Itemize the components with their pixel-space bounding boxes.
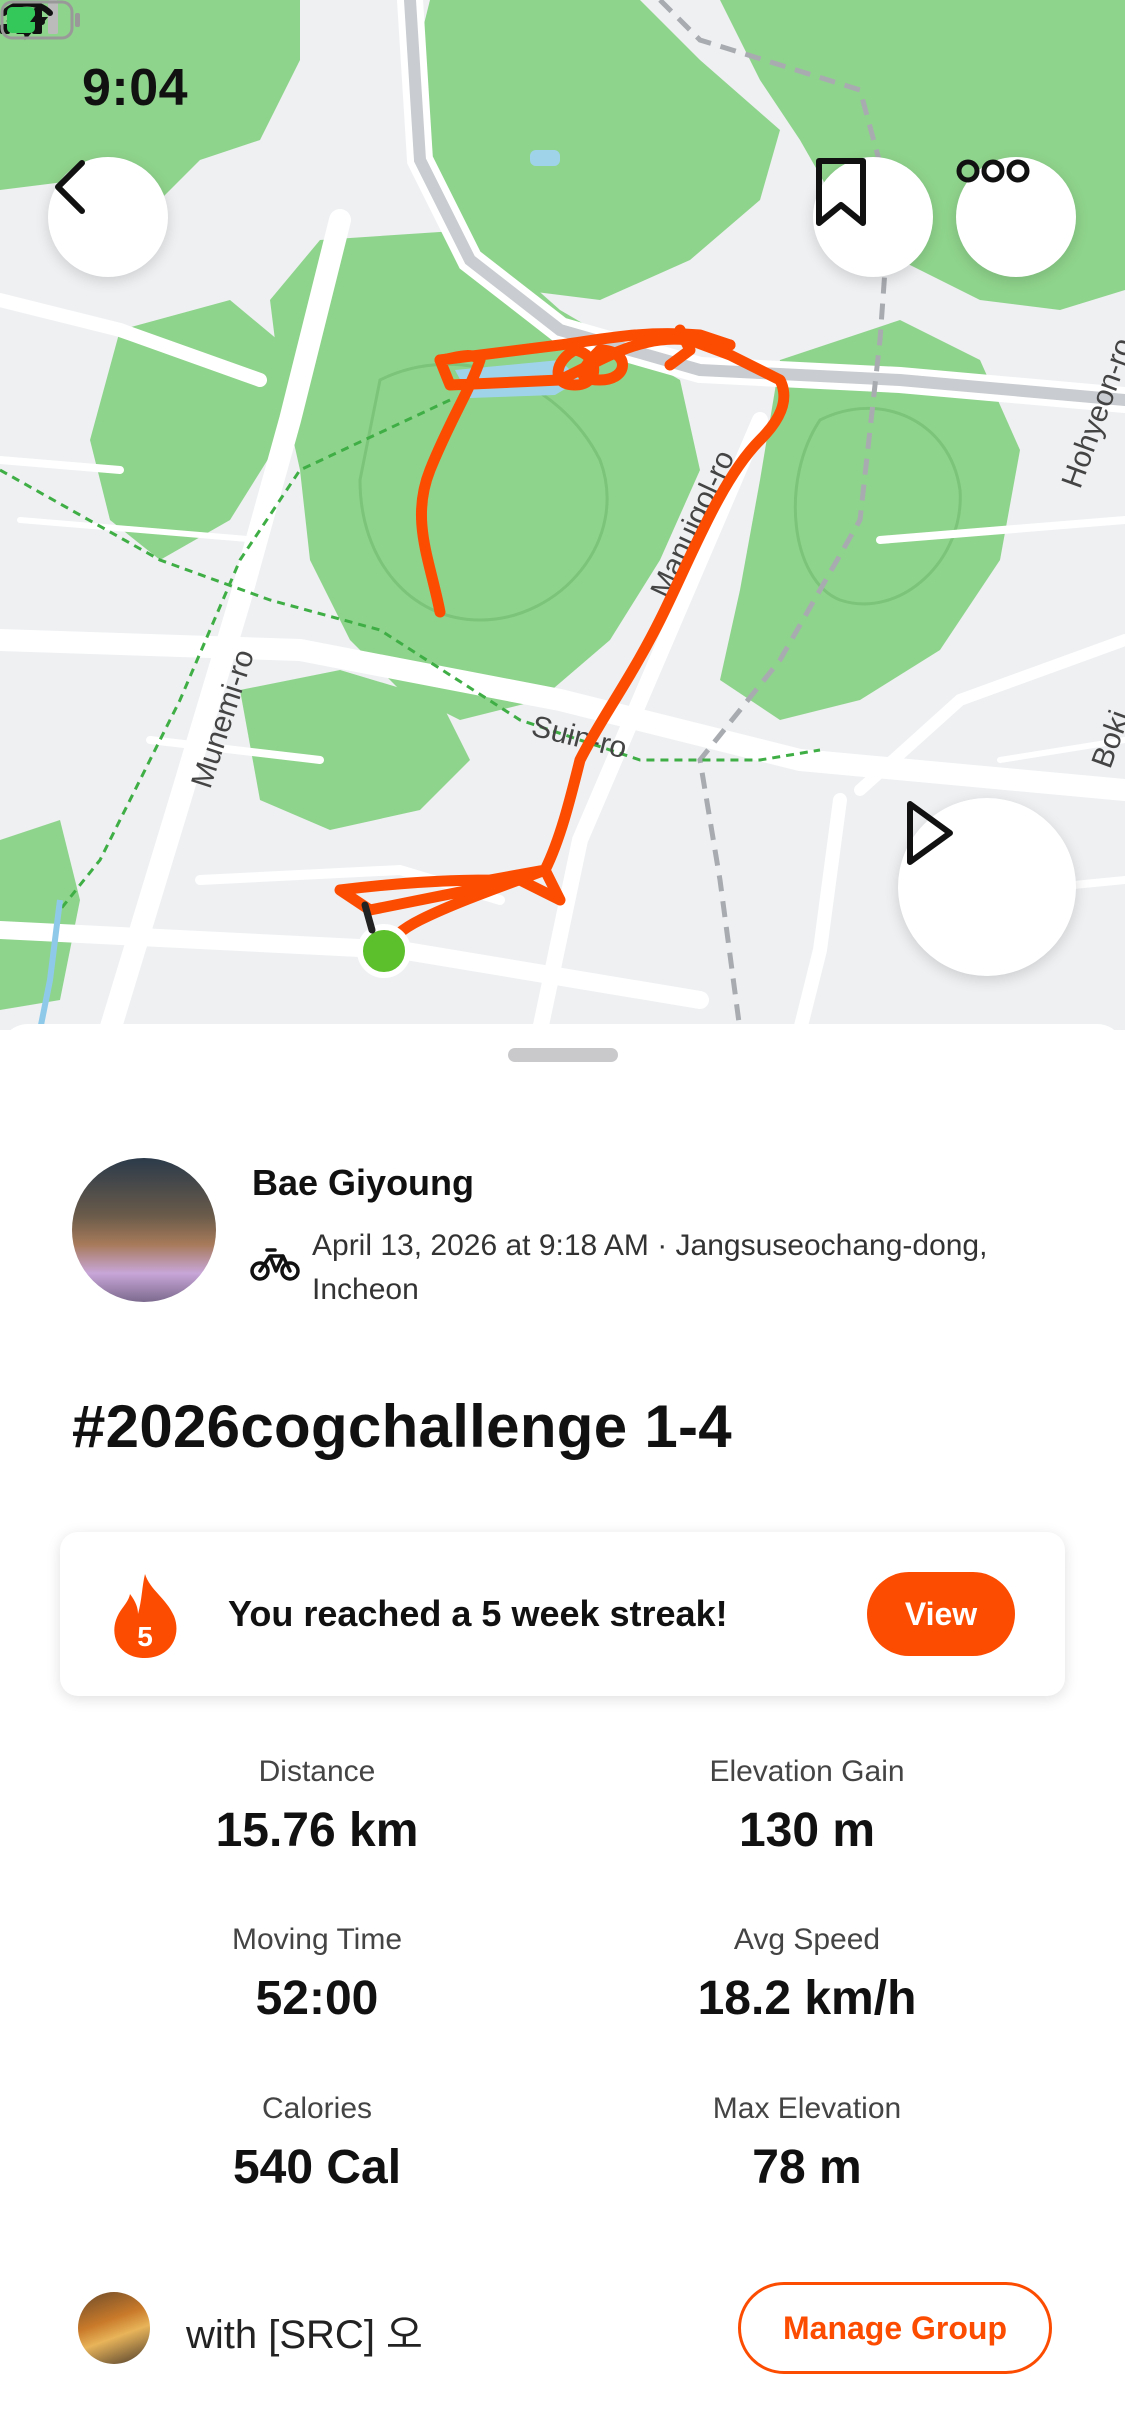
start-marker — [357, 924, 411, 978]
street-label: Hohyeon-ro — [1056, 334, 1125, 493]
manage-group-button[interactable]: Manage Group — [738, 2282, 1052, 2374]
play-icon — [907, 801, 953, 865]
stat-value: 18.2 km/h — [697, 1972, 917, 2025]
status-bar: 9:04 — [0, 0, 1125, 160]
flame-streak-icon: 5 — [114, 1574, 177, 1658]
bookmark-button[interactable] — [813, 157, 933, 277]
stat-avg-speed: Avg Speed 18.2 km/h — [567, 1923, 1047, 2026]
stat-value: 130 m — [738, 1804, 876, 1857]
stat-label: Elevation Gain — [709, 1755, 905, 1788]
stat-value: 15.76 km — [215, 1804, 419, 1857]
stat-distance: Distance 15.76 km — [77, 1755, 557, 1858]
view-streak-button[interactable]: View — [867, 1572, 1015, 1656]
stat-label: Max Elevation — [712, 2092, 902, 2125]
street-label: Boki — [1086, 706, 1125, 772]
more-dots-icon — [956, 159, 1030, 183]
group-with-text[interactable]: with [SRC] 오 — [186, 2302, 423, 2360]
activity-title: #2026cogchallenge 1-4 — [72, 1393, 732, 1460]
group-member-avatar[interactable] — [78, 2292, 150, 2364]
stat-calories: Calories 540 Cal — [77, 2092, 557, 2195]
athlete-name[interactable]: Bae Giyoung — [252, 1162, 474, 1204]
status-time: 9:04 — [82, 59, 189, 117]
athlete-avatar[interactable] — [72, 1158, 216, 1302]
stat-moving-time: Moving Time 52:00 — [77, 1923, 557, 2026]
more-options-button[interactable] — [956, 157, 1076, 277]
route-map[interactable]: Munemi-ro Suin-ro Manuigol-ro Hohyeon-ro… — [0, 0, 1125, 1030]
stat-value: 78 m — [752, 2141, 862, 2194]
streak-message: You reached a 5 week streak! — [228, 1593, 728, 1634]
battery-charging-icon — [0, 0, 80, 40]
stat-label: Calories — [261, 2092, 373, 2125]
stat-max-elevation: Max Elevation 78 m — [567, 2092, 1047, 2195]
stat-elevation-gain: Elevation Gain 130 m — [567, 1755, 1047, 1858]
stat-label: Distance — [258, 1755, 376, 1788]
bookmark-icon — [816, 158, 866, 226]
sheet-grabber[interactable] — [508, 1048, 618, 1062]
stat-label: Moving Time — [231, 1923, 403, 1956]
streak-count: 5 — [137, 1621, 153, 1652]
play-flyover-button[interactable] — [898, 798, 1076, 976]
back-button[interactable] — [48, 157, 168, 277]
stat-value: 540 Cal — [232, 2141, 402, 2194]
activity-meta: April 13, 2026 at 9:18 AM · Jangsuseocha… — [312, 1229, 988, 1306]
stat-value: 52:00 — [255, 1972, 379, 2025]
stat-label: Avg Speed — [733, 1923, 881, 1956]
bike-icon — [250, 1248, 300, 1281]
chevron-left-icon — [55, 160, 85, 214]
